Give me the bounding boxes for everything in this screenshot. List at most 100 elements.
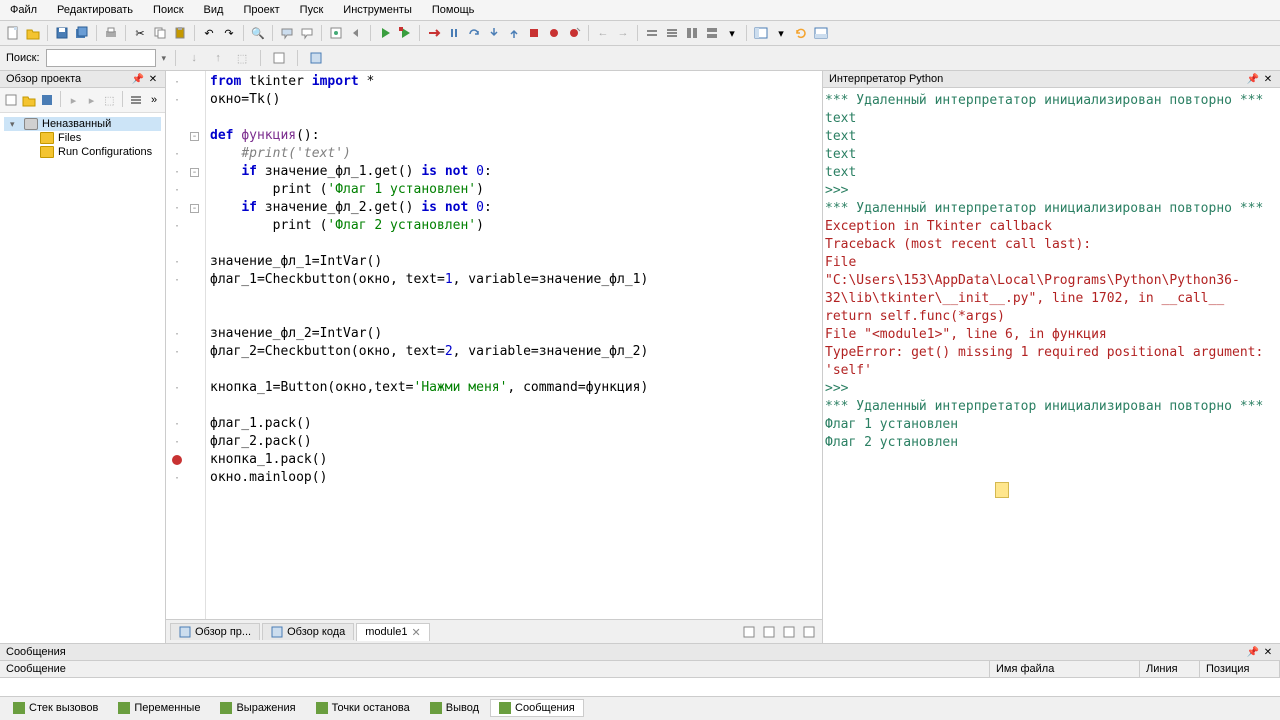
layout-1-icon[interactable] (752, 24, 770, 42)
code-line[interactable] (210, 235, 818, 253)
project-tree[interactable]: ▾НеназванныйFilesRun Configurations (0, 113, 165, 643)
menu-item[interactable]: Редактировать (51, 2, 139, 18)
code-line[interactable]: значение_фл_1=IntVar() (210, 253, 818, 271)
code-line[interactable]: флаг_2=Checkbutton(окно, text=2, variabl… (210, 343, 818, 361)
gutter-line[interactable] (166, 397, 205, 415)
gutter-line[interactable] (166, 361, 205, 379)
gutter-line[interactable] (166, 289, 205, 307)
layout-2-icon[interactable] (812, 24, 830, 42)
new-file-icon[interactable] (4, 24, 22, 42)
panel-pin-icon[interactable]: 📌 (132, 73, 144, 85)
run-config-icon[interactable] (327, 24, 345, 42)
messages-col-position[interactable]: Позиция (1200, 661, 1280, 677)
search-prev-icon[interactable]: ↑ (209, 49, 227, 67)
gutter-line[interactable]: · (166, 181, 205, 199)
code-line[interactable]: def функция(): (210, 127, 818, 145)
bottom-tab[interactable]: Переменные (109, 699, 209, 717)
step-into-icon[interactable] (485, 24, 503, 42)
code-line[interactable] (210, 289, 818, 307)
gutter[interactable]: ··-··-··-········· (166, 71, 206, 619)
code-line[interactable] (210, 397, 818, 415)
breakpoint-icon[interactable] (172, 455, 182, 465)
menu-item[interactable]: Вид (198, 2, 230, 18)
view-tab[interactable]: Обзор кода (262, 623, 354, 640)
panel-close-icon[interactable]: ✕ (1262, 73, 1274, 85)
find-icon[interactable]: 🔍 (249, 24, 267, 42)
gutter-line[interactable]: - (166, 127, 205, 145)
uncomment-icon[interactable] (298, 24, 316, 42)
gutter-line[interactable]: · (166, 325, 205, 343)
bottom-tab[interactable]: Выражения (211, 699, 304, 717)
toggle-2-icon[interactable] (663, 24, 681, 42)
code-line[interactable]: значение_фл_2=IntVar() (210, 325, 818, 343)
refresh-icon[interactable] (792, 24, 810, 42)
gutter-line[interactable]: · (166, 145, 205, 163)
bottom-tab[interactable]: Сообщения (490, 699, 584, 717)
code-line[interactable]: флаг_2.pack() (210, 433, 818, 451)
nav-restore-icon[interactable] (800, 623, 818, 641)
bottom-tab[interactable]: Точки останова (307, 699, 419, 717)
dropdown-icon[interactable]: ▾ (723, 24, 741, 42)
print-icon[interactable] (102, 24, 120, 42)
toggle-3-icon[interactable] (683, 24, 701, 42)
gutter-line[interactable]: · (166, 271, 205, 289)
prev-icon[interactable] (347, 24, 365, 42)
tree-item[interactable]: Run Configurations (4, 145, 161, 159)
code-line[interactable] (210, 307, 818, 325)
toggle-1-icon[interactable] (643, 24, 661, 42)
gutter-line[interactable] (166, 235, 205, 253)
open-project-icon[interactable] (21, 91, 37, 109)
tree-action-1-icon[interactable]: ▸ (66, 91, 82, 109)
messages-body[interactable] (0, 678, 1280, 696)
new-project-icon[interactable] (3, 91, 19, 109)
gutter-line[interactable]: · (166, 73, 205, 91)
panel-pin-icon[interactable]: 📌 (1247, 73, 1259, 85)
bottom-tab[interactable]: Стек вызовов (4, 699, 107, 717)
clear-breakpoints-icon[interactable] (565, 24, 583, 42)
abort-icon[interactable] (425, 24, 443, 42)
code-line[interactable]: кнопка_1=Button(окно,text='Нажми меня', … (210, 379, 818, 397)
gutter-line[interactable]: ·- (166, 199, 205, 217)
code-content[interactable]: from tkinter import *окно=Tk() def функци… (206, 71, 822, 619)
dropdown-2-icon[interactable]: ▾ (772, 24, 790, 42)
search-close-icon[interactable] (307, 49, 325, 67)
search-highlight-icon[interactable]: ⬚ (233, 49, 251, 67)
code-line[interactable]: #print('text') (210, 145, 818, 163)
view-tab[interactable]: Обзор пр... (170, 623, 260, 640)
breakpoint-toggle-icon[interactable] (545, 24, 563, 42)
comment-icon[interactable] (278, 24, 296, 42)
open-icon[interactable] (24, 24, 42, 42)
back-icon[interactable]: ← (594, 24, 612, 42)
search-next-icon[interactable]: ↓ (185, 49, 203, 67)
gutter-line[interactable] (166, 451, 205, 469)
fold-icon[interactable]: - (190, 168, 199, 177)
gutter-line[interactable] (166, 109, 205, 127)
file-tab[interactable]: module1✕ (356, 623, 429, 641)
code-line[interactable]: if значение_фл_1.get() is not 0: (210, 163, 818, 181)
gutter-line[interactable]: · (166, 217, 205, 235)
nav-list-icon[interactable] (760, 623, 778, 641)
code-line[interactable]: окно=Tk() (210, 91, 818, 109)
gutter-line[interactable]: · (166, 433, 205, 451)
gutter-line[interactable]: · (166, 415, 205, 433)
save-icon[interactable] (53, 24, 71, 42)
tree-item[interactable]: ▾Неназванный (4, 117, 161, 131)
menu-item[interactable]: Поиск (147, 2, 189, 18)
tree-item[interactable]: Files (4, 131, 161, 145)
menu-item[interactable]: Файл (4, 2, 43, 18)
save-project-icon[interactable] (39, 91, 55, 109)
copy-icon[interactable] (151, 24, 169, 42)
forward-icon[interactable]: → (614, 24, 632, 42)
code-line[interactable] (210, 361, 818, 379)
menu-item[interactable]: Проект (237, 2, 285, 18)
bottom-tab[interactable]: Вывод (421, 699, 488, 717)
step-out-icon[interactable] (505, 24, 523, 42)
run-icon[interactable] (376, 24, 394, 42)
code-editor[interactable]: ··-··-··-········· from tkinter import *… (166, 71, 822, 619)
interpreter-output[interactable]: *** Удаленный интерпретатор инициализиро… (823, 88, 1280, 643)
toggle-4-icon[interactable] (703, 24, 721, 42)
undo-icon[interactable]: ↶ (200, 24, 218, 42)
code-line[interactable]: from tkinter import * (210, 73, 818, 91)
code-line[interactable]: if значение_фл_2.get() is not 0: (210, 199, 818, 217)
messages-col-filename[interactable]: Имя файла (990, 661, 1140, 677)
